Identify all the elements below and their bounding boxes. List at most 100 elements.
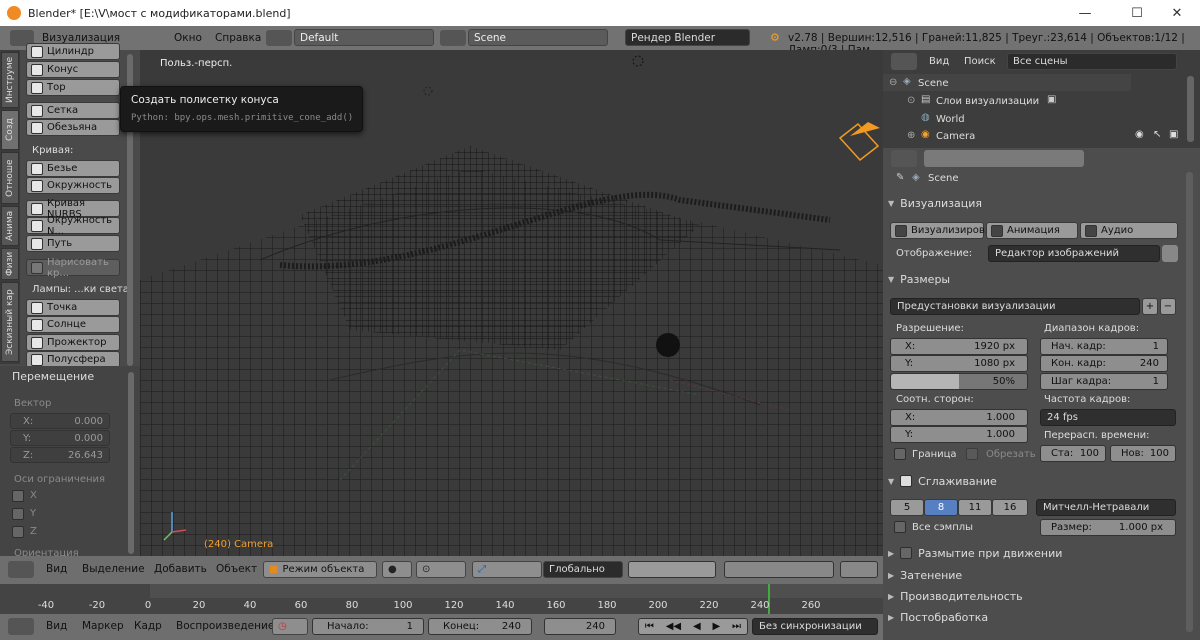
- editor-type-icon[interactable]: [8, 561, 34, 578]
- playback-controls[interactable]: ⏮ ◀◀ ◀ ▶ ⏭: [638, 618, 748, 635]
- shading-selector[interactable]: ●: [382, 561, 412, 578]
- operator-scrollbar[interactable]: [128, 372, 134, 554]
- outliner-scrollbar[interactable]: [1187, 76, 1194, 142]
- add-nurbs-circle-button[interactable]: Окружность N...: [26, 215, 120, 237]
- expand-icon[interactable]: ⊙: [907, 95, 915, 106]
- resolution-y-field[interactable]: Y: 1080 px: [890, 355, 1028, 372]
- remap-new-field[interactable]: Нов: 100: [1110, 445, 1176, 462]
- outliner-menu-search[interactable]: Поиск: [964, 56, 996, 67]
- end-frame-field[interactable]: Кон. кадр: 240: [1040, 355, 1168, 372]
- tab-relations[interactable]: Отноше: [1, 152, 19, 204]
- cursor-icon[interactable]: ↖: [1153, 129, 1161, 140]
- menu-add[interactable]: Добавить: [154, 563, 207, 575]
- motion-blur-checkbox[interactable]: [900, 547, 913, 559]
- render-presets-selector[interactable]: Предустановки визуализации: [890, 298, 1140, 315]
- aa-filter-selector[interactable]: Митчелл-Нетравали: [1036, 499, 1176, 516]
- add-spot-lamp-button[interactable]: Прожектор: [26, 334, 120, 351]
- tab-grease-pencil[interactable]: Эскизный кар: [1, 282, 19, 362]
- orientation-selector[interactable]: Глобально: [543, 561, 623, 578]
- tab-create[interactable]: Созд: [1, 110, 19, 150]
- add-monkey-button[interactable]: Обезьяна: [26, 119, 120, 136]
- menu-playback[interactable]: Воспроизведение: [176, 620, 274, 632]
- manipulator-toggles[interactable]: ⤢: [472, 561, 542, 578]
- menu-frame[interactable]: Кадр: [134, 620, 162, 632]
- editor-type-icon[interactable]: [891, 150, 917, 167]
- lamp-object[interactable]: [423, 86, 433, 96]
- antialiasing-panel-header[interactable]: ▼ Сглаживание: [888, 471, 1178, 491]
- aspect-x-field[interactable]: X: 1.000: [890, 409, 1028, 426]
- add-circle-curve-button[interactable]: Окружность: [26, 177, 120, 194]
- border-checkbox[interactable]: [894, 448, 906, 460]
- outliner-item-scene[interactable]: Scene: [918, 78, 949, 89]
- resolution-x-field[interactable]: X: 1920 px: [890, 338, 1028, 355]
- snap-tools[interactable]: [724, 561, 834, 578]
- antialiasing-checkbox[interactable]: [900, 475, 913, 487]
- editor-type-icon[interactable]: [891, 53, 917, 70]
- expand-icon[interactable]: ⊕: [907, 130, 915, 141]
- current-frame-field[interactable]: 240: [544, 618, 616, 635]
- add-torus-button[interactable]: Тор: [26, 79, 120, 96]
- add-bezier-button[interactable]: Безье: [26, 160, 120, 177]
- render-engine-selector[interactable]: Рендер Blender: [625, 29, 750, 46]
- menu-select[interactable]: Выделение: [82, 563, 145, 575]
- performance-panel-header[interactable]: ▶ Производительность: [888, 586, 1178, 606]
- pin-icon[interactable]: ✎: [896, 172, 904, 183]
- constraint-x-checkbox[interactable]: [12, 490, 24, 502]
- expand-icon[interactable]: ⊖: [889, 77, 897, 88]
- constraint-z-checkbox[interactable]: [12, 526, 24, 538]
- outliner-item-world[interactable]: World: [936, 114, 965, 125]
- add-cone-button[interactable]: Конус: [26, 61, 120, 78]
- close-button[interactable]: ✕: [1154, 0, 1200, 26]
- properties-scrollbar[interactable]: [1186, 172, 1193, 632]
- remove-preset-button[interactable]: −: [1160, 298, 1176, 315]
- jump-start-icon[interactable]: ⏮: [645, 621, 654, 632]
- constraint-y-checkbox[interactable]: [12, 508, 24, 520]
- add-cylinder-button[interactable]: Цилиндр: [26, 43, 120, 60]
- play-icon[interactable]: ▶: [712, 621, 720, 632]
- filter-size-field[interactable]: Размер: 1.000 px: [1040, 519, 1176, 536]
- play-reverse-icon[interactable]: ◀: [693, 621, 701, 632]
- sync-selector[interactable]: Без синхронизации: [752, 618, 878, 635]
- scene-selector[interactable]: Scene: [468, 29, 608, 46]
- menu-marker[interactable]: Маркер: [82, 620, 124, 632]
- vector-x-field[interactable]: X: 0.000: [10, 413, 110, 429]
- render-image-button[interactable]: Визуализиров...: [890, 222, 994, 239]
- menu-window[interactable]: Окно: [174, 32, 202, 44]
- aa-samples-11[interactable]: 11: [958, 499, 992, 516]
- start-frame-field[interactable]: Начало: 1: [312, 618, 424, 635]
- vector-z-field[interactable]: Z: 26.643: [10, 447, 110, 463]
- render-audio-button[interactable]: Аудио: [1080, 222, 1178, 239]
- outliner-item-render-layers[interactable]: Слои визуализации: [936, 96, 1039, 107]
- prev-key-icon[interactable]: ◀◀: [666, 621, 681, 632]
- camera-render-icon[interactable]: ▣: [1169, 129, 1178, 140]
- dark-sphere-object[interactable]: [656, 333, 680, 357]
- add-grid-button[interactable]: Сетка: [26, 102, 120, 119]
- properties-context-tabs[interactable]: [924, 150, 1084, 167]
- menu-view[interactable]: Вид: [46, 563, 67, 575]
- add-preset-button[interactable]: +: [1142, 298, 1158, 315]
- vector-y-field[interactable]: Y: 0.000: [10, 430, 110, 446]
- aspect-y-field[interactable]: Y: 1.000: [890, 426, 1028, 443]
- tab-tools[interactable]: Инструме: [1, 52, 19, 108]
- jump-end-icon[interactable]: ⏭: [732, 621, 741, 632]
- lock-interface-icon[interactable]: [1162, 245, 1178, 262]
- add-sun-lamp-button[interactable]: Солнце: [26, 316, 120, 333]
- outliner-item-camera[interactable]: Camera: [936, 131, 975, 142]
- motion-blur-panel-header[interactable]: ▶ Размытие при движении: [888, 543, 1178, 563]
- add-path-button[interactable]: Путь: [26, 235, 120, 252]
- start-frame-field[interactable]: Нач. кадр: 1: [1040, 338, 1168, 355]
- layout-selector[interactable]: Default: [294, 29, 434, 46]
- render-animation-button[interactable]: Анимация: [986, 222, 1078, 239]
- outliner-menu-view[interactable]: Вид: [929, 56, 949, 67]
- frame-rate-selector[interactable]: 24 fps: [1040, 409, 1176, 426]
- shading-panel-header[interactable]: ▶ Затенение: [888, 565, 1178, 585]
- aa-samples-8[interactable]: 8: [924, 499, 958, 516]
- tab-animation[interactable]: Анима: [1, 206, 19, 246]
- outliner-filter-selector[interactable]: Все сцены: [1007, 53, 1177, 70]
- draw-curve-button[interactable]: Нарисовать кр...: [26, 257, 120, 279]
- mode-selector[interactable]: ■ Режим объекта: [263, 561, 377, 578]
- pivot-selector[interactable]: ⊙: [416, 561, 466, 578]
- menu-view[interactable]: Вид: [46, 620, 67, 632]
- timeline[interactable]: -40 -20 0 20 40 60 80 100 120 140 160 180 200 220 240 2…: [0, 584, 883, 614]
- remap-old-field[interactable]: Ста: 100: [1040, 445, 1106, 462]
